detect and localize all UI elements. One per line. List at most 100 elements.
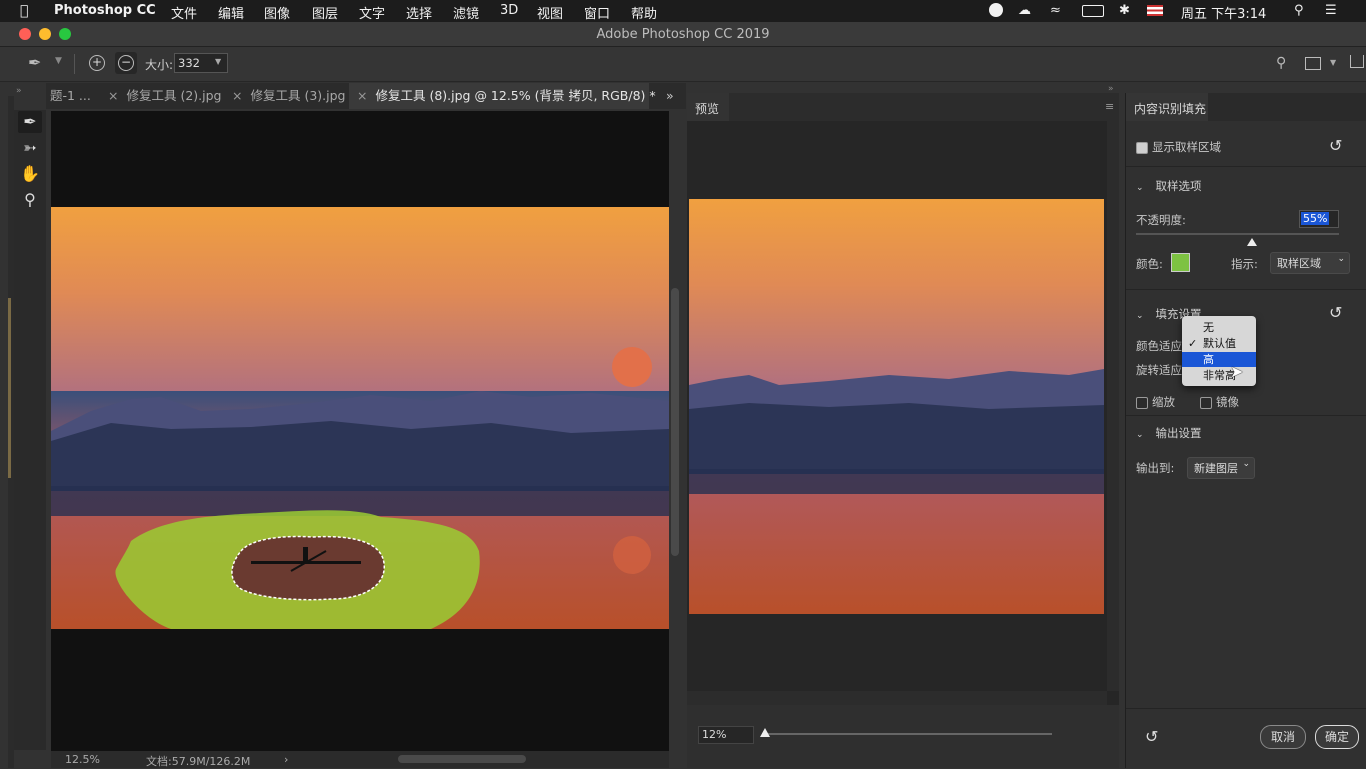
workspace-icon[interactable] bbox=[1305, 57, 1321, 70]
close-tab-icon[interactable]: × bbox=[357, 88, 367, 103]
tab-content-aware-fill[interactable]: 内容识别填充 bbox=[1126, 93, 1208, 121]
menu-file[interactable]: 文件 bbox=[171, 3, 197, 22]
notification-list-icon[interactable]: ☰ bbox=[1325, 3, 1337, 18]
menu-option-default[interactable]: ✓ 默认值 bbox=[1182, 336, 1256, 351]
preview-zoom-input[interactable]: 12% bbox=[698, 726, 754, 744]
output-settings-section[interactable]: ⌄ 输出设置 bbox=[1136, 425, 1202, 441]
apple-icon[interactable]:  bbox=[20, 3, 28, 19]
menu-type[interactable]: 文字 bbox=[359, 3, 385, 22]
checkbox-checked[interactable] bbox=[1136, 141, 1148, 154]
menu-view[interactable]: 视图 bbox=[537, 3, 563, 22]
tab-preview[interactable]: 预览 bbox=[687, 93, 729, 121]
menu-3d[interactable]: 3D bbox=[500, 3, 518, 18]
clock[interactable]: 周五 下午3:14 bbox=[1181, 3, 1266, 22]
reset-fill-icon[interactable]: ↺ bbox=[1329, 303, 1342, 322]
chevron-down-icon[interactable]: ▼ bbox=[1330, 58, 1336, 67]
menu-help[interactable]: 帮助 bbox=[631, 3, 657, 22]
overlay-color-swatch[interactable] bbox=[1171, 253, 1190, 272]
tab-document-active[interactable]: × 修复工具 (8).jpg @ 12.5% (背景 拷贝, RGB/8) * bbox=[349, 83, 656, 109]
document-info[interactable]: 文档:57.9M/126.2M bbox=[146, 753, 250, 769]
checkbox-unchecked[interactable] bbox=[1136, 396, 1148, 409]
add-sampling-icon[interactable]: + bbox=[89, 55, 105, 71]
cloud-icon[interactable]: ☁ bbox=[1018, 3, 1031, 18]
preview-scrollbar[interactable] bbox=[687, 691, 1107, 705]
scale-checkbox[interactable]: 缩放 bbox=[1136, 394, 1175, 410]
chevron-down-icon[interactable]: ⌄ bbox=[1136, 311, 1144, 321]
window-titlebar: Adobe Photoshop CC 2019 bbox=[0, 22, 1366, 47]
document-tab-bar: 题-1 ... × 修复工具 (2).jpg × 修复工具 (3).jpg × 修复工… bbox=[46, 83, 686, 109]
menu-option-none[interactable]: 无 bbox=[1182, 320, 1256, 335]
panel-menu-icon[interactable]: ≡ bbox=[1105, 100, 1114, 113]
menu-window[interactable]: 窗口 bbox=[584, 3, 610, 22]
tab-document-3[interactable]: × 修复工具 (3).jpg bbox=[232, 83, 345, 109]
wifi-icon[interactable]: ≈ bbox=[1050, 3, 1061, 18]
ok-button[interactable]: 确定 bbox=[1315, 725, 1359, 749]
checkmark-icon: ✓ bbox=[1188, 337, 1198, 350]
menu-layer[interactable]: 图层 bbox=[312, 3, 338, 22]
divider bbox=[74, 54, 75, 74]
hand-tool-icon[interactable]: ✋ bbox=[18, 163, 42, 185]
expand-toolbox-icon[interactable]: » bbox=[16, 86, 22, 96]
search-icon[interactable]: ⚲ bbox=[1276, 55, 1286, 71]
more-tabs-icon[interactable]: » bbox=[666, 83, 674, 109]
menu-option-very-high[interactable]: 非常高 bbox=[1182, 368, 1256, 383]
zoom-slider-handle[interactable] bbox=[760, 728, 770, 737]
close-tab-icon[interactable]: × bbox=[232, 88, 242, 103]
brush-preset-icon[interactable]: ✒ bbox=[28, 53, 41, 72]
tab-document-1[interactable]: 题-1 ... bbox=[50, 83, 91, 109]
close-tab-icon[interactable]: × bbox=[108, 88, 118, 103]
record-icon[interactable] bbox=[989, 3, 1003, 17]
reset-all-icon[interactable]: ↺ bbox=[1145, 727, 1158, 746]
preview-zoom-slider[interactable] bbox=[762, 733, 1052, 735]
sampling-brush-tool-icon[interactable]: ✒ bbox=[18, 111, 42, 133]
chevron-down-icon[interactable]: ⌄ bbox=[1136, 183, 1144, 193]
chevron-down-icon[interactable]: ▼ bbox=[215, 57, 221, 66]
subtract-sampling-button[interactable]: − bbox=[115, 52, 137, 74]
opacity-value: 55% bbox=[1301, 212, 1330, 225]
preview-vertical-scrollbar[interactable] bbox=[1107, 121, 1119, 691]
bluetooth-icon[interactable]: ✱ bbox=[1119, 3, 1130, 18]
zoom-level[interactable]: 12.5% bbox=[65, 753, 100, 766]
preview-title: 预览 bbox=[695, 102, 720, 116]
cancel-button[interactable]: 取消 bbox=[1260, 725, 1306, 749]
menu-image[interactable]: 图像 bbox=[264, 3, 290, 22]
tab-document-2[interactable]: × 修复工具 (2).jpg bbox=[108, 83, 221, 109]
show-sampling-area-checkbox[interactable]: 显示取样区域 bbox=[1136, 139, 1221, 155]
share-icon[interactable] bbox=[1350, 55, 1364, 68]
rotation-adaptation-label: 旋转适应 bbox=[1136, 363, 1182, 377]
lasso-tool-icon[interactable]: ➳ bbox=[18, 137, 42, 159]
color-adaptation-menu: 无 ✓ 默认值 高 非常高 bbox=[1182, 316, 1256, 386]
opacity-slider-handle[interactable] bbox=[1247, 238, 1257, 246]
sampling-options-section[interactable]: ⌄ 取样选项 bbox=[1136, 178, 1202, 194]
chevron-down-icon[interactable]: ▼ bbox=[55, 56, 62, 66]
chevron-right-icon[interactable]: › bbox=[284, 753, 288, 766]
menu-option-high[interactable]: 高 bbox=[1182, 352, 1256, 367]
canvas-horizontal-scrollbar[interactable] bbox=[398, 755, 526, 763]
document-canvas[interactable] bbox=[51, 111, 669, 751]
chevron-down-icon[interactable]: ⌄ bbox=[1136, 430, 1144, 440]
checkbox-unchecked[interactable] bbox=[1200, 396, 1212, 409]
window-title: Adobe Photoshop CC 2019 bbox=[596, 27, 770, 42]
spotlight-search-icon[interactable]: ⚲ bbox=[1294, 3, 1304, 18]
opacity-slider[interactable] bbox=[1136, 233, 1339, 235]
zoom-tool-icon[interactable]: ⚲ bbox=[18, 189, 42, 211]
indicate-dropdown[interactable]: 取样区域 ⌄ bbox=[1270, 252, 1350, 274]
output-to-label: 输出到: bbox=[1136, 461, 1175, 475]
size-input[interactable]: 332 ▼ bbox=[174, 53, 228, 73]
flag-icon[interactable] bbox=[1147, 5, 1163, 16]
menu-edit[interactable]: 编辑 bbox=[218, 3, 244, 22]
output-value: 新建图层 bbox=[1194, 462, 1238, 475]
output-dropdown[interactable]: 新建图层 ⌄ bbox=[1187, 457, 1255, 479]
menu-filter[interactable]: 滤镜 bbox=[453, 3, 479, 22]
reset-sampling-icon[interactable]: ↺ bbox=[1329, 136, 1342, 155]
mirror-checkbox[interactable]: 镜像 bbox=[1200, 394, 1239, 410]
color-label: 颜色: bbox=[1136, 257, 1163, 271]
selection-marquee[interactable] bbox=[231, 535, 385, 601]
opacity-input[interactable]: 55% bbox=[1299, 210, 1339, 228]
panel-title: 内容识别填充 bbox=[1134, 102, 1207, 116]
app-menu[interactable]: Photoshop CC bbox=[54, 3, 156, 18]
battery-icon[interactable] bbox=[1082, 5, 1104, 17]
canvas-vertical-scrollbar[interactable] bbox=[671, 288, 679, 556]
subtract-sampling-icon: − bbox=[118, 55, 134, 71]
menu-select[interactable]: 选择 bbox=[406, 3, 432, 22]
